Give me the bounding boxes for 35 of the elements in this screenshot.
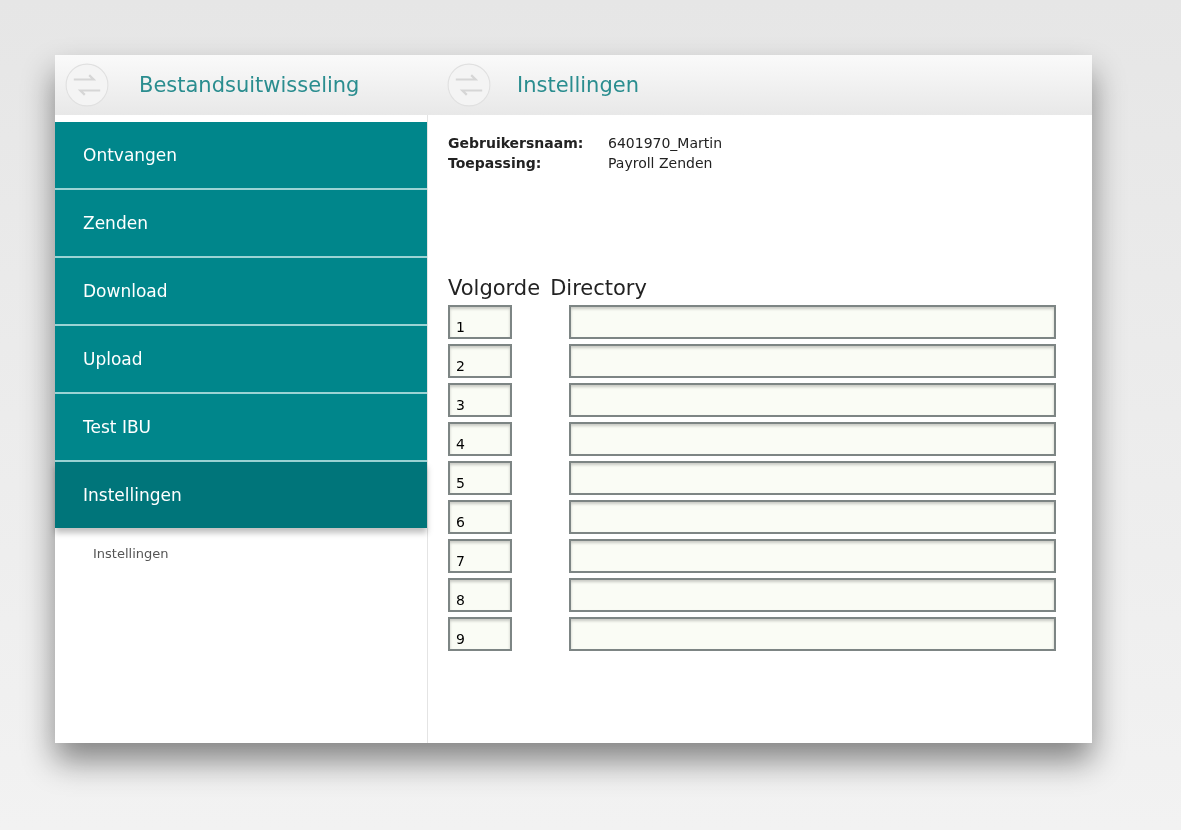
sidebar-item[interactable]: Upload: [55, 326, 427, 394]
app-title: Bestandsuitwisseling: [139, 73, 360, 97]
order-field[interactable]: 2: [448, 344, 512, 378]
order-field[interactable]: 5: [448, 461, 512, 495]
directory-field[interactable]: [569, 305, 1056, 339]
exchange-icon: [447, 63, 491, 107]
directory-field[interactable]: [569, 578, 1056, 612]
sidebar-item[interactable]: Zenden: [55, 190, 427, 258]
sidebar-item[interactable]: Ontvangen: [55, 122, 427, 190]
sidebar-item[interactable]: Download: [55, 258, 427, 326]
page-title: Instellingen: [517, 73, 639, 97]
directory-field[interactable]: [569, 500, 1056, 534]
directory-field[interactable]: [569, 422, 1056, 456]
order-field[interactable]: 7: [448, 539, 512, 573]
directory-field[interactable]: [569, 461, 1056, 495]
column-header: Directory: [550, 276, 647, 300]
order-field[interactable]: 3: [448, 383, 512, 417]
sidebar-item[interactable]: Instellingen: [55, 462, 427, 528]
field-label: Toepassing:: [448, 155, 543, 171]
directory-field[interactable]: [569, 383, 1056, 417]
order-field[interactable]: 6: [448, 500, 512, 534]
field-value: 6401970_Martin: [608, 135, 724, 151]
exchange-icon: [65, 63, 109, 107]
order-field[interactable]: 8: [448, 578, 512, 612]
directory-field[interactable]: [569, 344, 1056, 378]
directory-field[interactable]: [569, 539, 1056, 573]
field-value: Payroll Zenden: [608, 155, 714, 171]
column-header: Volgorde: [448, 276, 541, 300]
order-field[interactable]: 4: [448, 422, 512, 456]
submenu-item[interactable]: Instellingen: [93, 546, 427, 561]
order-field[interactable]: 1: [448, 305, 512, 339]
order-field[interactable]: 9: [448, 617, 512, 651]
field-label: Gebruikersnaam:: [448, 135, 585, 151]
sidebar-item[interactable]: Test IBU: [55, 394, 427, 462]
directory-field[interactable]: [569, 617, 1056, 651]
